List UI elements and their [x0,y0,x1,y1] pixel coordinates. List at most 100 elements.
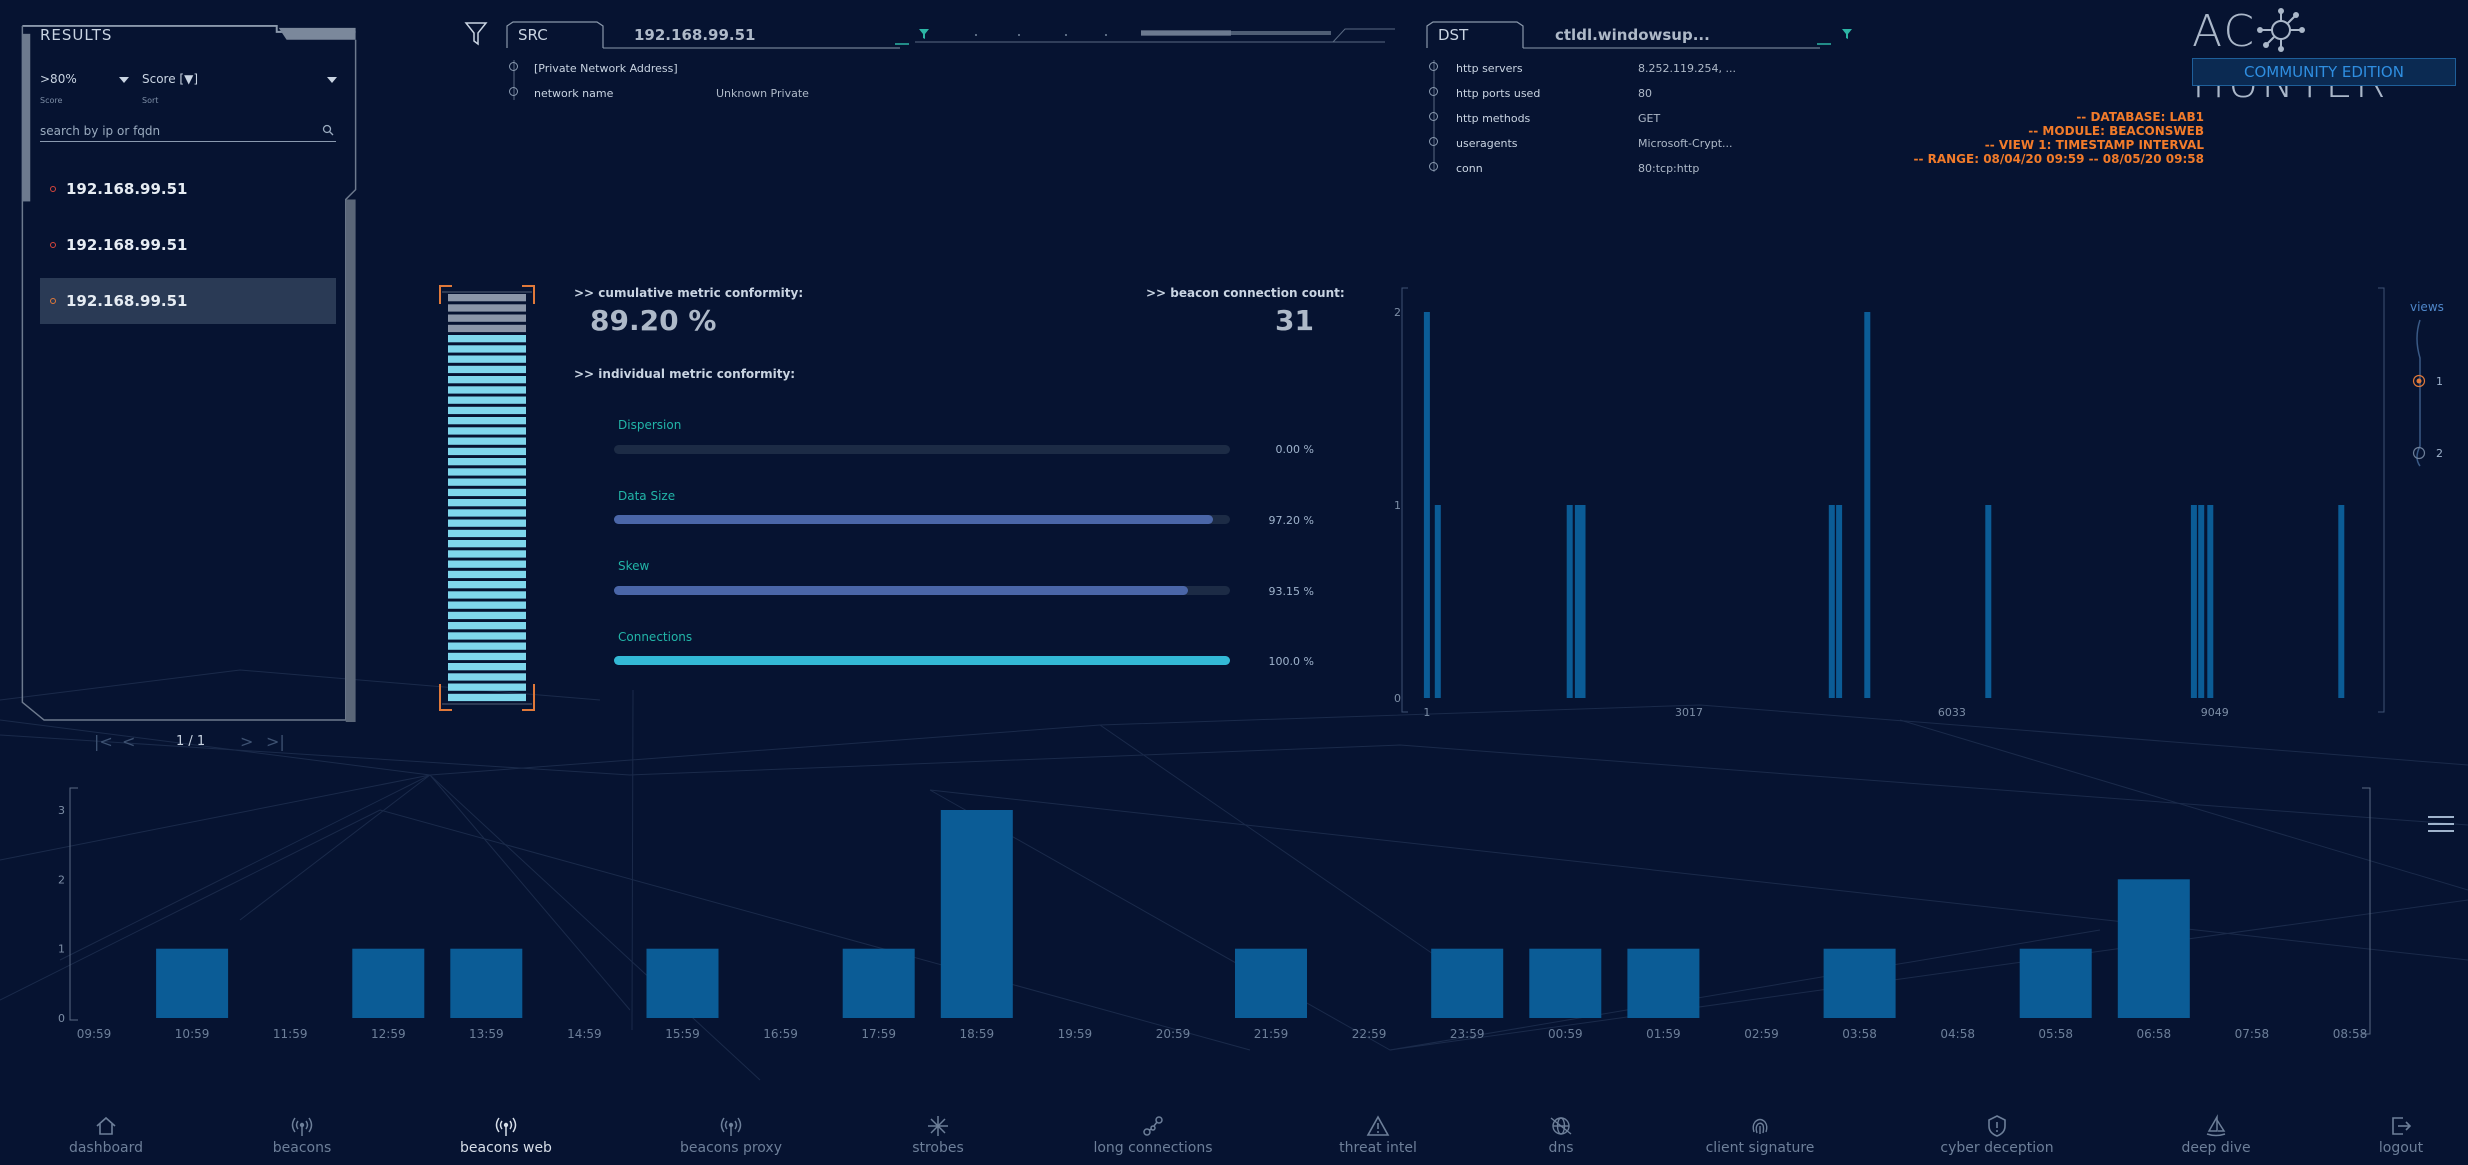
dst-field-value: 80:tcp:http [1638,162,1700,175]
dst-value[interactable]: ctldl.windowsup... [1555,26,1710,44]
result-item-selected[interactable]: 192.168.99.51 [40,278,336,324]
src-field-key: network name [534,87,614,100]
result-item[interactable]: 192.168.99.51 [40,166,336,212]
nav-label: threat intel [1339,1140,1417,1156]
pager-first-button[interactable]: |< [94,732,113,751]
nav-label: long connections [1093,1140,1213,1156]
search-input[interactable] [40,121,310,141]
filter-icon[interactable] [464,20,488,48]
nav-item-dns[interactable]: dns [1491,1114,1631,1156]
chart-bar [2198,505,2205,698]
field-bullet-icon [1429,112,1438,121]
chart-bar [646,948,719,1018]
gauge-segment [448,663,526,671]
gauge-segment [448,386,526,394]
gauge-segment [448,642,526,650]
view-option-2-radio[interactable] [2412,446,2426,460]
gauge-segment [448,437,526,445]
chevron-down-icon[interactable] [327,77,337,83]
field-bullet-icon [509,87,518,96]
pager-next-button[interactable]: > [240,732,253,751]
chevron-down-icon[interactable] [119,77,129,83]
gauge-segment [448,601,526,609]
x-tick-label: 21:59 [1254,1027,1289,1041]
gauge-segment [448,540,526,548]
nav-item-client-signature[interactable]: client signature [1690,1114,1830,1156]
view-option-2-label[interactable]: 2 [2436,447,2443,460]
threshold-select[interactable]: >80% [40,72,77,86]
gauge-segment [448,376,526,384]
x-tick-label: 07:58 [2235,1027,2270,1041]
chart-bar [1566,505,1573,698]
dst-field-key: useragents [1456,137,1518,150]
gauge-segment [448,570,526,579]
gauge-segment [448,458,526,466]
nav-label: logout [2378,1140,2424,1156]
nav-item-long-connections[interactable]: long connections [1083,1114,1223,1156]
x-tick-label: 22:59 [1352,1027,1387,1041]
nav-item-beacons[interactable]: beacons [232,1114,372,1156]
brand-left: AC [2192,6,2257,57]
dst-field-key: http ports used [1456,87,1541,100]
gauge-segment [448,683,526,691]
gauge-segment [448,417,526,425]
x-tick-label: 13:59 [469,1027,504,1041]
status-dot-icon [50,186,56,192]
views-label: views [2410,300,2444,314]
pager-prev-button[interactable]: < [122,732,135,751]
db-info-line: -- VIEW 1: TIMESTAMP INTERVAL [1984,138,2204,152]
gauge-segment [448,314,526,322]
gauge-segment [448,355,526,363]
nav-item-strobes[interactable]: strobes [868,1114,1008,1156]
search-icon[interactable] [322,124,334,136]
chart-bar [2207,505,2214,698]
gauge-segment [448,509,526,517]
gauge-segment [448,652,526,661]
nav-label: beacons proxy [680,1140,782,1156]
chart-bar [450,948,523,1018]
metric-label: Connections [618,630,693,644]
src-value[interactable]: 192.168.99.51 [634,26,755,44]
pager-last-button[interactable]: >| [266,732,285,751]
nav-item-dashboard[interactable]: dashboard [36,1114,176,1156]
x-tick-label: 10:59 [175,1027,210,1041]
fingerprint-icon [1752,1118,1768,1134]
gauge-segment [448,499,526,507]
nav-label: beacons [272,1140,332,1156]
filter-icon[interactable] [1841,28,1853,40]
gauge-segment [448,304,526,312]
antenna-icon [495,1117,517,1136]
x-tick-label: 1 [1423,706,1430,719]
x-tick-label: 03:58 [1842,1027,1877,1041]
nav-label: cyber deception [1940,1140,2054,1156]
menu-icon[interactable] [2428,816,2454,836]
view-option-1-label[interactable]: 1 [2436,375,2443,388]
field-bullet-icon [1429,62,1438,71]
src-field-key: [Private Network Address] [534,62,678,75]
nav-item-logout[interactable]: logout [2331,1114,2468,1156]
nav-label: dns [1548,1140,1574,1156]
metric-bar-track [614,445,1230,454]
x-tick-label: 6033 [1938,706,1966,719]
nav-item-threat-intel[interactable]: threat intel [1308,1114,1448,1156]
sort-select[interactable]: Score [▼] [142,72,198,86]
chart-bar [2190,505,2197,698]
chart-bar [1434,505,1441,698]
gauge-segment [448,335,526,343]
nav-item-cyber-deception[interactable]: cyber deception [1927,1114,2067,1156]
gauge-segment [448,406,526,415]
nav-item-beacons-proxy[interactable]: beacons proxy [661,1114,801,1156]
gauge-segment [448,581,526,589]
shield-icon [1988,1115,2006,1137]
gauge-segment [448,632,526,640]
result-item[interactable]: 192.168.99.51 [40,222,336,268]
field-bullet-icon [509,62,518,71]
nav-item-beacons-web[interactable]: beacons web [436,1114,576,1156]
nav-item-deep-dive[interactable]: deep dive [2146,1114,2286,1156]
filter-icon[interactable] [918,28,930,40]
result-ip: 192.168.99.51 [66,180,188,198]
view-option-1-radio[interactable] [2412,374,2426,388]
chart-bar [156,948,229,1018]
chart-bar [1235,948,1307,1018]
db-info-line: -- MODULE: BEACONSWEB [2028,124,2204,138]
